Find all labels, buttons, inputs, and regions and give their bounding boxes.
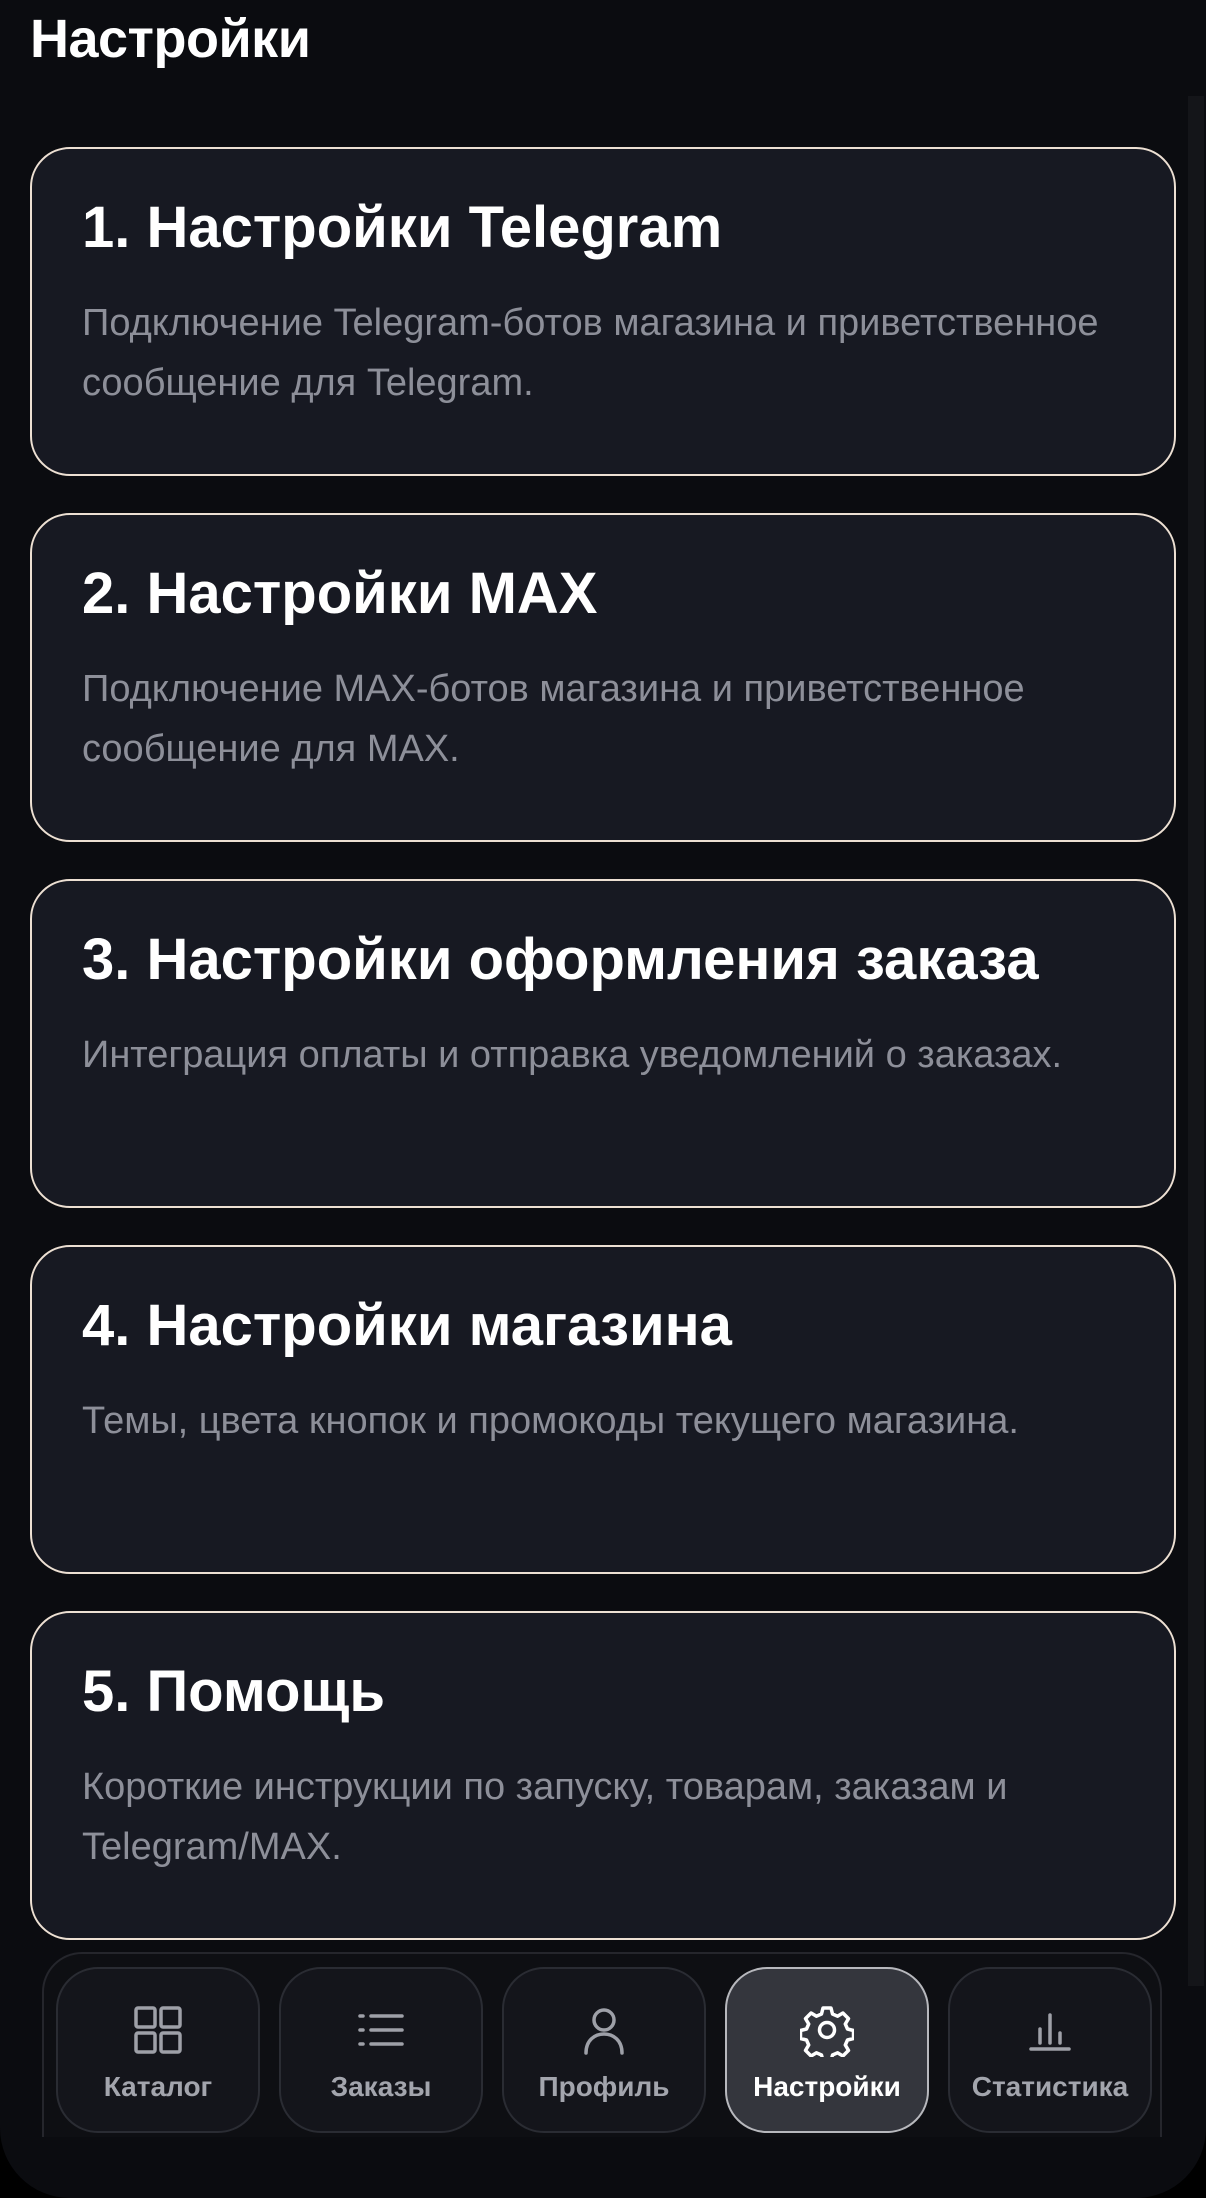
card-description: Подключение MAX-ботов магазина и приветс…: [82, 668, 1025, 770]
card-title: 3. Настройки оформления заказа: [82, 927, 1039, 992]
card-title: 2. Настройки MAX: [82, 561, 598, 626]
scrollbar[interactable]: [1188, 96, 1204, 1986]
tab-settings[interactable]: Настройки: [725, 1967, 929, 2133]
settings-card-telegram[interactable]: 1. Настройки Telegram Подключение Telegr…: [30, 147, 1176, 476]
tab-label: Заказы: [330, 2071, 432, 2102]
grid-icon: [134, 2006, 182, 2054]
card-description: Интеграция оплаты и отправка уведомлений…: [82, 1034, 1063, 1076]
bottom-tabbar: Каталог Заказы Профиль Настройки Статист…: [56, 1967, 1152, 2133]
page-title: Настройки: [30, 9, 311, 69]
tab-stats[interactable]: Статистика: [948, 1967, 1152, 2133]
card-description: Темы, цвета кнопок и промокоды текущего …: [82, 1400, 1019, 1442]
tab-catalog[interactable]: Каталог: [56, 1967, 260, 2133]
gear-icon: [800, 2006, 854, 2057]
tab-label: Каталог: [103, 2071, 213, 2102]
settings-card-shop[interactable]: 4. Настройки магазина Темы, цвета кнопок…: [30, 1245, 1176, 1574]
settings-card-max[interactable]: 2. Настройки MAX Подключение MAX-ботов м…: [30, 513, 1176, 842]
tab-label: Статистика: [971, 2071, 1129, 2102]
tab-label: Профиль: [538, 2071, 670, 2102]
settings-card-checkout[interactable]: 3. Настройки оформления заказа Интеграци…: [30, 879, 1176, 1208]
card-title: 4. Настройки магазина: [82, 1293, 732, 1358]
tab-label: Настройки: [753, 2071, 901, 2102]
settings-list: 1. Настройки Telegram Подключение Telegr…: [30, 147, 1176, 1977]
list-icon: [358, 2014, 404, 2046]
person-icon: [584, 2008, 624, 2055]
card-title: 5. Помощь: [82, 1659, 385, 1724]
settings-card-help[interactable]: 5. Помощь Короткие инструкции по запуску…: [30, 1611, 1176, 1940]
settings-screen: Настройки 1. Настройки Telegram Подключе…: [0, 0, 1206, 2198]
card-description: Подключение Telegram-ботов магазина и пр…: [82, 302, 1099, 404]
card-description: Короткие инструкции по запуску, товарам,…: [82, 1766, 1008, 1868]
tab-orders[interactable]: Заказы: [279, 1967, 483, 2133]
card-title: 1. Настройки Telegram: [82, 195, 723, 260]
bar-chart-icon: [1029, 2013, 1071, 2051]
tab-profile[interactable]: Профиль: [502, 1967, 706, 2133]
